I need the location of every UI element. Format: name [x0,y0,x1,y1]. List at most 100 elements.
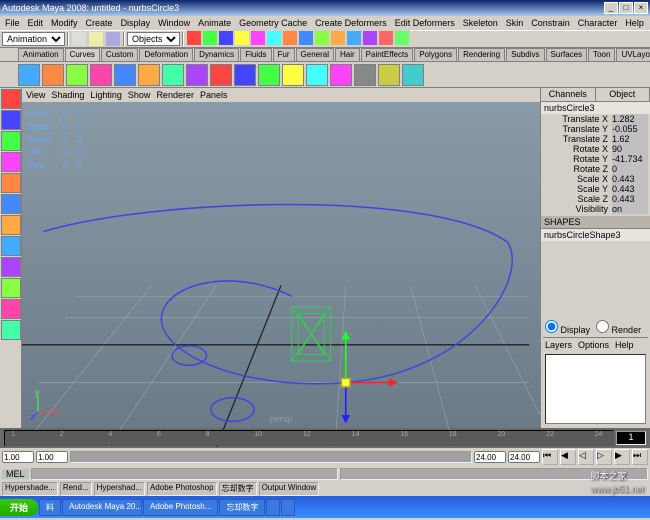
tool-icon-1[interactable] [1,110,21,130]
panel-menu-shading[interactable]: Shading [51,90,84,100]
render-radio[interactable]: Render [596,320,641,335]
anim-start-field[interactable] [2,451,34,463]
menu-skeleton[interactable]: Skeleton [460,18,501,28]
selected-object-name[interactable]: nurbsCircle3 [541,102,650,114]
tool-icon-6[interactable] [1,215,21,235]
menu-geometry-cache[interactable]: Geometry Cache [236,18,310,28]
fast-forward-icon[interactable]: ⏭ [632,449,648,465]
toolbar-icon-2[interactable] [218,30,234,46]
minimize-button[interactable]: _ [604,2,618,14]
shelf-tab-fluids[interactable]: Fluids [240,48,271,61]
toolbar-icon-5[interactable] [266,30,282,46]
step-back-icon[interactable]: ◀ [560,449,576,465]
play-forward-icon[interactable]: ▷ [596,449,612,465]
taskbar-task[interactable] [266,499,280,516]
range-end-field[interactable] [474,451,506,463]
toolbar-icon-12[interactable] [378,30,394,46]
shelf-tab-rendering[interactable]: Rendering [458,48,505,61]
tool-icon-3[interactable] [1,152,21,172]
panel-menu-view[interactable]: View [26,90,45,100]
shelf-tab-painteffects[interactable]: PaintEffects [361,48,414,61]
taskbar-task[interactable]: 料 [39,499,61,516]
script-language-label[interactable]: MEL [2,469,29,479]
display-radio[interactable]: Display [545,320,590,335]
panel-menu-renderer[interactable]: Renderer [156,90,194,100]
shelf-icon-3[interactable] [90,64,112,86]
toolbar-icon-4[interactable] [250,30,266,46]
layer-menu-options[interactable]: Options [578,340,609,350]
attr-RotateY[interactable]: Rotate Y [543,154,612,164]
attr-Visibility[interactable]: Visibility [543,204,612,214]
shelf-tab-fur[interactable]: Fur [273,48,295,61]
menu-character[interactable]: Character [575,18,621,28]
attr-RotateX[interactable]: Rotate X [543,144,612,154]
shelf-icon-1[interactable] [42,64,64,86]
attr-RotateZ[interactable]: Rotate Z [543,164,612,174]
shelf-tab-animation[interactable]: Animation [18,48,64,61]
menu-animate[interactable]: Animate [195,18,234,28]
layer-editor-list[interactable] [545,354,646,424]
taskbar-task[interactable]: Adobe Photosh... [143,499,218,516]
toolbar-icon-11[interactable] [362,30,378,46]
anim-end-field[interactable] [508,451,540,463]
tool-icon-0[interactable] [1,89,21,109]
layer-menu-layers[interactable]: Layers [545,340,572,350]
shelf-icon-11[interactable] [282,64,304,86]
help-item[interactable]: Adobe Photoshop [147,482,217,496]
toolbar-icon-3[interactable] [234,30,250,46]
help-item[interactable]: Output Window [259,482,320,496]
help-item[interactable]: 忘却数字 [219,482,257,496]
shape-node-name[interactable]: nurbsCircleShape3 [541,229,650,241]
tool-icon-4[interactable] [1,173,21,193]
attr-TranslateZ[interactable]: Translate Z [543,134,612,144]
attr-TranslateY[interactable]: Translate Y [543,124,612,134]
toolbar-icon-13[interactable] [394,30,410,46]
taskbar-task[interactable]: 忘却数字 [219,499,265,516]
panel-menu-show[interactable]: Show [128,90,151,100]
panel-menu-panels[interactable]: Panels [200,90,228,100]
panel-menu-lighting[interactable]: Lighting [90,90,122,100]
toolbar-icon-6[interactable] [282,30,298,46]
current-frame-field[interactable]: 1 [616,431,646,445]
shelf-tab-uvlayout[interactable]: UVLayout [616,48,650,61]
menu-window[interactable]: Window [155,18,193,28]
shelf-icon-2[interactable] [66,64,88,86]
shelf-icon-8[interactable] [210,64,232,86]
shelf-icon-4[interactable] [114,64,136,86]
shelf-tab-hair[interactable]: Hair [335,48,360,61]
shelf-icon-14[interactable] [354,64,376,86]
shelf-icon-7[interactable] [186,64,208,86]
shelf-icon-10[interactable] [258,64,280,86]
file-open-icon[interactable] [88,31,104,47]
tool-icon-11[interactable] [1,320,21,340]
menu-create-deformers[interactable]: Create Deformers [312,18,390,28]
shelf-icon-9[interactable] [234,64,256,86]
time-slider[interactable]: 124681012141618202224 1 [0,428,650,448]
command-input[interactable] [31,468,339,480]
toolbar-icon-0[interactable] [186,30,202,46]
attr-ScaleZ[interactable]: Scale Z [543,194,612,204]
maximize-button[interactable]: □ [619,2,633,14]
help-item[interactable]: Hypershad... [94,482,145,496]
shelf-icon-5[interactable] [138,64,160,86]
tool-icon-7[interactable] [1,236,21,256]
step-forward-icon[interactable]: ▶ [614,449,630,465]
toolbar-icon-8[interactable] [314,30,330,46]
attr-ScaleX[interactable]: Scale X [543,174,612,184]
toolbar-icon-10[interactable] [346,30,362,46]
help-item[interactable]: Hypershade... [2,482,58,496]
help-item[interactable]: Rend... [60,482,92,496]
shelf-tab-custom[interactable]: Custom [101,48,139,61]
tool-icon-10[interactable] [1,299,21,319]
module-selector[interactable]: Animation [2,32,65,46]
shelf-tab-toon[interactable]: Toon [588,48,615,61]
shelf-icon-6[interactable] [162,64,184,86]
tool-icon-8[interactable] [1,257,21,277]
close-button[interactable]: × [634,2,648,14]
menu-edit[interactable]: Edit [25,18,47,28]
menu-file[interactable]: File [2,18,23,28]
rewind-icon[interactable]: ⏮ [542,449,558,465]
shelf-tab-surfaces[interactable]: Surfaces [546,48,588,61]
file-save-icon[interactable] [105,31,121,47]
tab-channels[interactable]: Channels [541,88,596,101]
